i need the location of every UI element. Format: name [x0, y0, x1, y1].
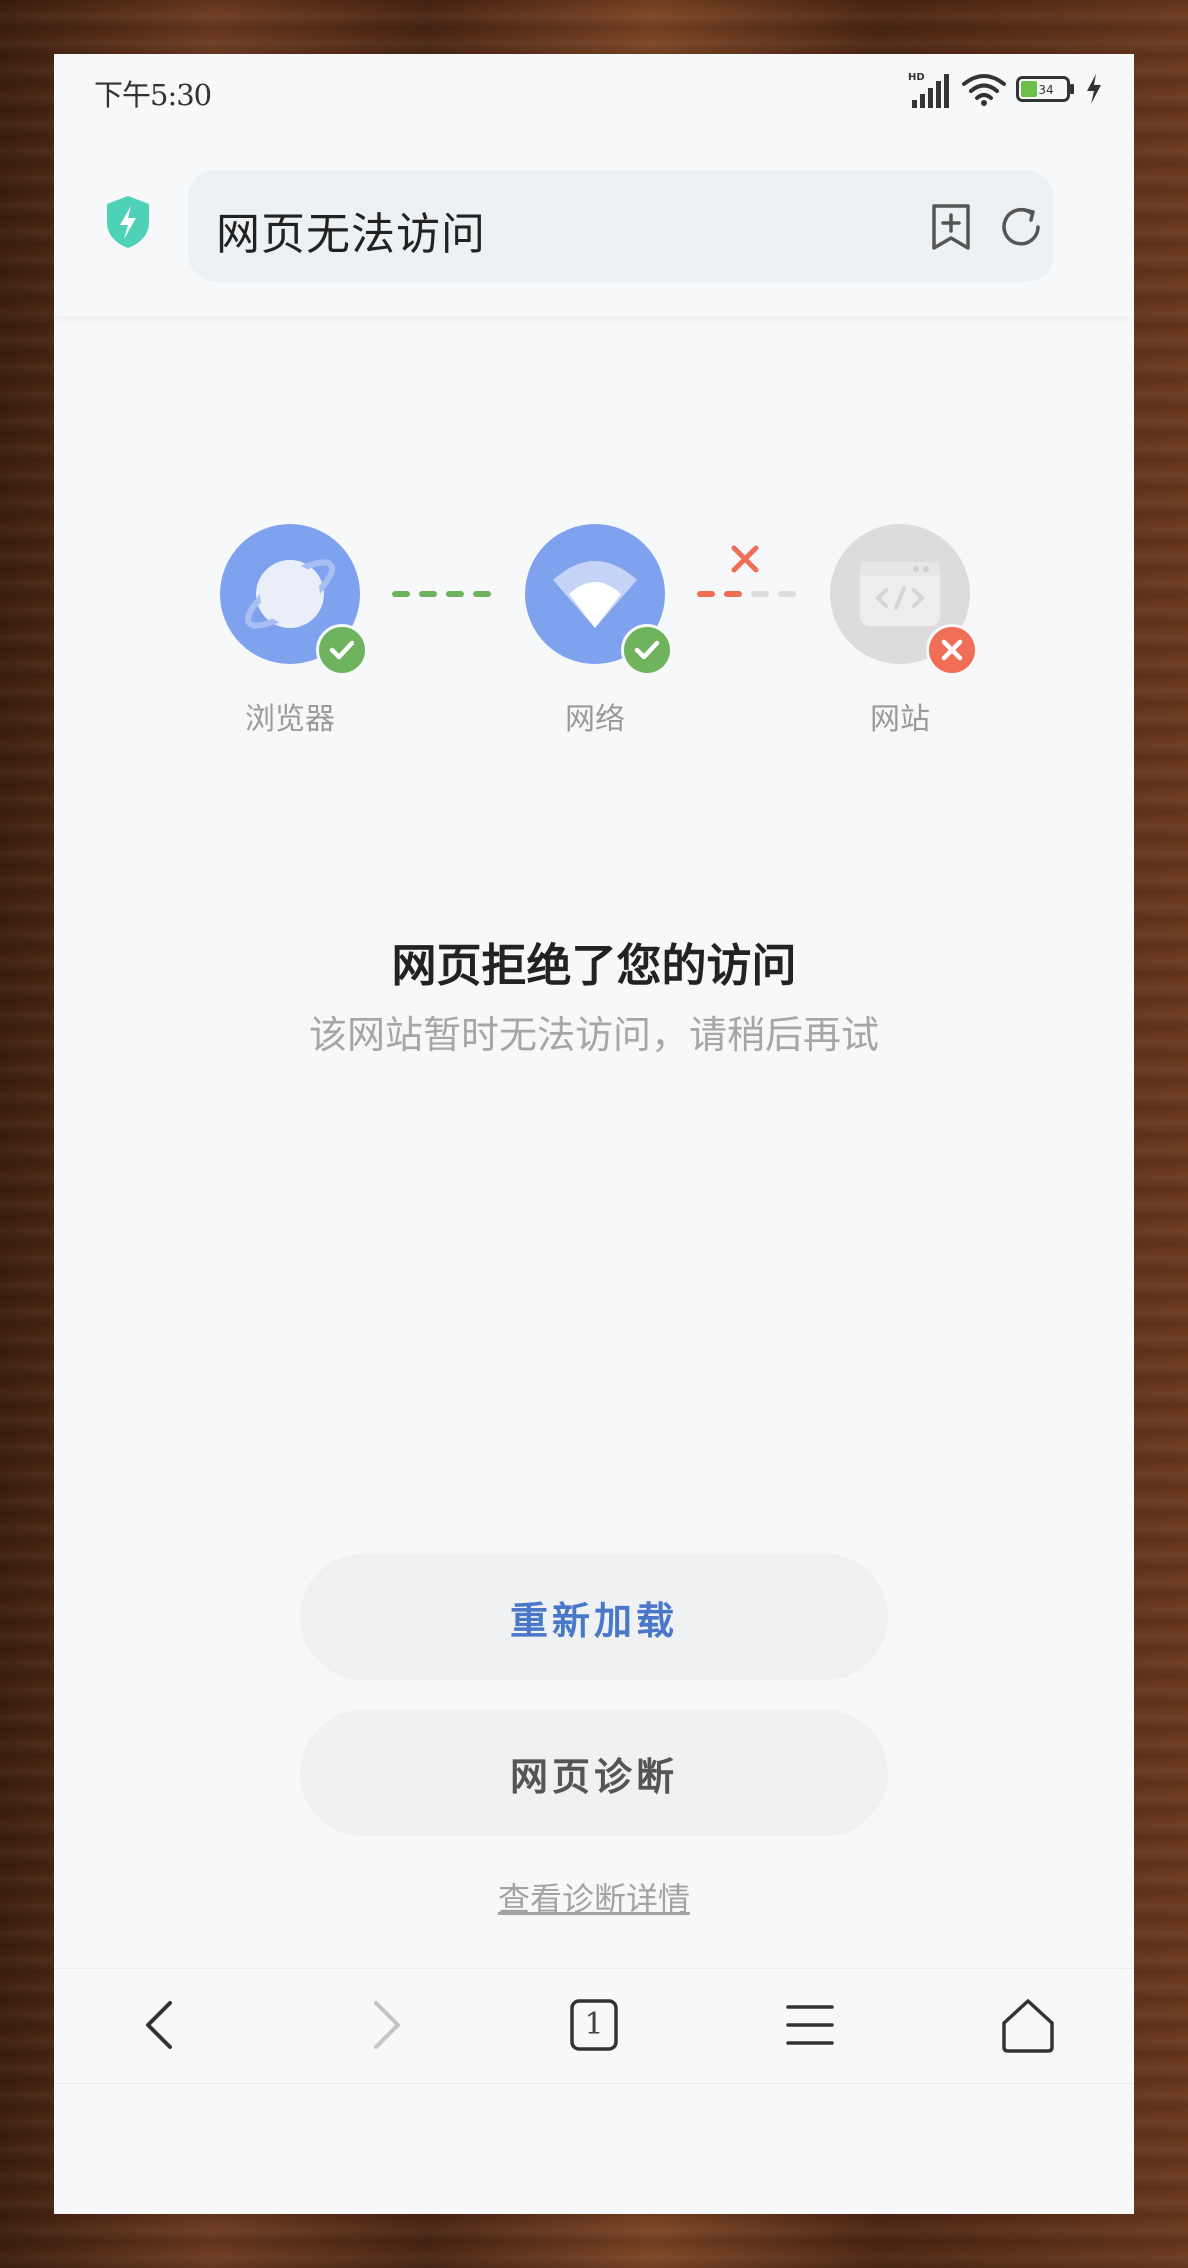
shield-bolt-icon[interactable] — [104, 194, 152, 250]
view-diagnosis-details-link[interactable]: 查看诊断详情 — [54, 1874, 1134, 1920]
wifi-icon — [962, 74, 1006, 106]
home-button[interactable] — [996, 1993, 1060, 2057]
back-button[interactable] — [130, 1993, 194, 2057]
website-label: 网站 — [870, 702, 930, 737]
link-error-x-icon — [731, 545, 759, 573]
back-icon — [146, 2001, 172, 2049]
ok-check-icon — [621, 624, 673, 676]
bottom-nav: 1 — [54, 1968, 1134, 2084]
address-bar[interactable]: 网页无法访问 — [188, 170, 1054, 282]
status-time: 下午5:30 — [94, 78, 212, 112]
browser-label: 浏览器 — [245, 702, 335, 737]
menu-button[interactable] — [778, 1993, 842, 2057]
hd-label: HD — [908, 72, 925, 83]
menu-icon — [786, 2005, 834, 2045]
error-title: 网页拒绝了您的访问 — [391, 939, 797, 992]
link-ok-line — [392, 591, 491, 597]
status-bar: 下午5:30 HD 34 — [54, 54, 1134, 126]
reload-icon[interactable] — [998, 204, 1044, 250]
reload-button[interactable]: 重新加载 — [300, 1554, 888, 1680]
diagnose-button[interactable]: 网页诊断 — [300, 1710, 888, 1836]
browser-screen: 下午5:30 HD 34 网页无法访问 浏览器 网络 网站 网页拒绝了您的访问 … — [54, 54, 1134, 2214]
battery-level: 34 — [1038, 83, 1053, 97]
signal-icon: HD — [908, 72, 949, 108]
error-x-icon — [926, 624, 978, 676]
add-bookmark-icon[interactable] — [928, 202, 974, 252]
home-icon — [1002, 1999, 1054, 2053]
network-label: 网络 — [565, 702, 625, 737]
charging-icon — [1087, 74, 1101, 104]
tabs-count: 1 — [584, 2007, 604, 2042]
address-toolbar: 网页无法访问 — [54, 126, 1134, 316]
ok-check-icon — [316, 624, 368, 676]
tabs-button[interactable]: 1 — [562, 1993, 626, 2057]
battery-icon: 34 — [1016, 76, 1074, 102]
forward-icon — [374, 2001, 400, 2049]
forward-button[interactable] — [352, 1993, 416, 2057]
connection-diagram: 浏览器 网络 网站 — [54, 524, 1134, 784]
link-error-line — [697, 591, 796, 597]
page-title[interactable]: 网页无法访问 — [216, 198, 486, 262]
error-subtitle: 该网站暂时无法访问，请稍后再试 — [308, 1013, 879, 1057]
